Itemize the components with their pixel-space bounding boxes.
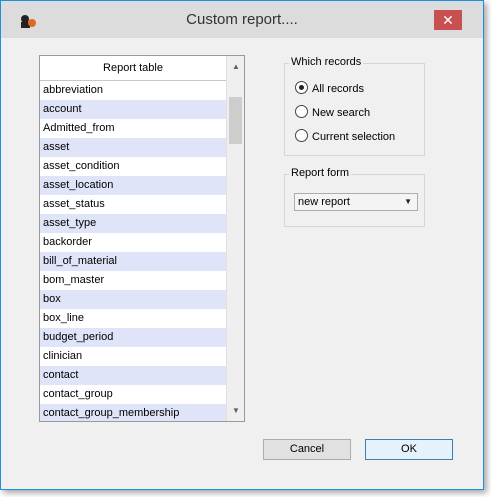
list-item[interactable]: asset_status: [40, 195, 226, 214]
list-item[interactable]: box_line: [40, 309, 226, 328]
list-item[interactable]: asset_condition: [40, 157, 226, 176]
cancel-button[interactable]: Cancel: [263, 439, 351, 460]
list-item[interactable]: asset: [40, 138, 226, 157]
scroll-up-icon[interactable]: ▲: [227, 58, 244, 75]
list-item[interactable]: box: [40, 290, 226, 309]
scroll-down-icon[interactable]: ▼: [227, 402, 244, 419]
title-bar[interactable]: Custom report.... ✕: [1, 1, 483, 38]
scroll-thumb[interactable]: [229, 97, 242, 144]
chevron-down-icon: ▼: [404, 197, 412, 206]
list-item[interactable]: account: [40, 100, 226, 119]
list-item[interactable]: budget_period: [40, 328, 226, 347]
list-item[interactable]: bill_of_material: [40, 252, 226, 271]
which-records-group: Which records All records New search Cur…: [284, 56, 425, 156]
report-form-label: Report form: [289, 167, 352, 179]
list-item[interactable]: asset_type: [40, 214, 226, 233]
radio-all-records[interactable]: All records: [295, 81, 364, 97]
close-button[interactable]: ✕: [434, 10, 462, 30]
list-item[interactable]: contact: [40, 366, 226, 385]
report-form-select[interactable]: new report ▼: [294, 193, 418, 211]
which-records-label: Which records: [289, 56, 364, 68]
report-table-header: Report table: [40, 56, 226, 81]
list-item[interactable]: Admitted_from: [40, 119, 226, 138]
report-table-rows: abbreviation account Admitted_from asset ass…: [40, 81, 226, 421]
radio-new-search[interactable]: New search: [295, 105, 370, 121]
report-form-group: Report form new report ▼: [284, 167, 425, 227]
report-table-list[interactable]: Report table abbreviation account Admitted…: [39, 55, 245, 422]
list-item[interactable]: contact_group_membership: [40, 404, 226, 421]
list-item[interactable]: clinician: [40, 347, 226, 366]
radio-button-icon[interactable]: [295, 81, 308, 94]
radio-button-icon[interactable]: [295, 129, 308, 142]
list-item[interactable]: bom_master: [40, 271, 226, 290]
custom-report-dialog: Custom report.... ✕ Report table abbrevi…: [0, 0, 484, 490]
radio-current-selection[interactable]: Current selection: [295, 129, 395, 145]
ok-button[interactable]: OK: [365, 439, 453, 460]
vertical-scrollbar[interactable]: ▲ ▼: [226, 56, 244, 421]
list-item[interactable]: abbreviation: [40, 81, 226, 100]
radio-button-icon[interactable]: [295, 105, 308, 118]
list-item[interactable]: contact_group: [40, 385, 226, 404]
dialog-body: Report table abbreviation account Admitted…: [8, 38, 476, 484]
window-title: Custom report....: [186, 11, 298, 28]
list-item[interactable]: asset_location: [40, 176, 226, 195]
list-item[interactable]: backorder: [40, 233, 226, 252]
